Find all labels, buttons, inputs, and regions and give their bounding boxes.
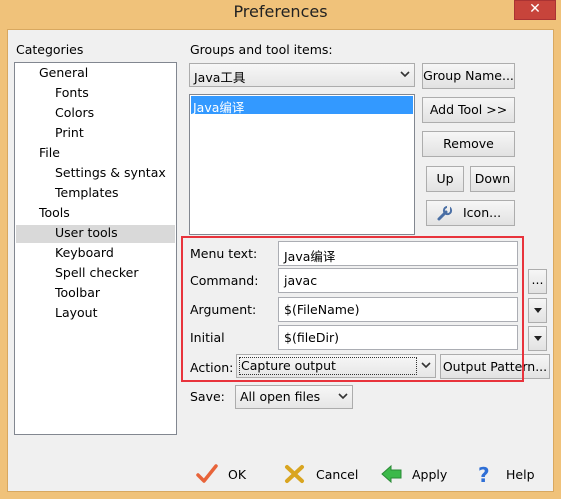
- output-pattern-button[interactable]: Output Pattern...: [440, 354, 550, 379]
- action-label: Action:: [190, 360, 234, 375]
- tree-item-keyboard[interactable]: Keyboard: [55, 245, 114, 260]
- dialog-body: Categories General Fonts Colors Print File Se…: [7, 29, 554, 492]
- preferences-window: Preferences ✕ Categories General Fonts Col…: [0, 0, 561, 499]
- icon-button[interactable]: Icon...: [426, 200, 515, 226]
- tree-item-fonts[interactable]: Fonts: [55, 85, 89, 100]
- argument-label: Argument:: [190, 302, 257, 317]
- apply-label: Apply: [412, 467, 448, 482]
- menu-text-label: Menu text:: [190, 246, 258, 261]
- wrench-icon: [437, 205, 453, 221]
- tree-item-toolbar[interactable]: Toolbar: [55, 285, 100, 300]
- initial-menu-button[interactable]: [528, 326, 547, 351]
- save-label: Save:: [190, 389, 225, 404]
- argument-menu-button[interactable]: [528, 298, 547, 323]
- tree-item-tools[interactable]: Tools: [39, 205, 70, 220]
- down-button[interactable]: Down: [470, 166, 515, 192]
- checkmark-icon: [196, 464, 218, 483]
- icon-button-label: Icon...: [463, 205, 502, 220]
- triangle-down-icon: [534, 336, 542, 341]
- argument-value: $(FileName): [284, 302, 360, 317]
- command-value: javac: [284, 273, 318, 288]
- close-icon: ✕: [529, 1, 541, 17]
- ok-button[interactable]: OK: [196, 462, 266, 490]
- save-select-value: All open files: [240, 389, 321, 404]
- menu-text-value: Java编译: [284, 249, 336, 264]
- apply-button[interactable]: Apply: [380, 462, 460, 490]
- tree-item-spell-checker[interactable]: Spell checker: [55, 265, 138, 280]
- list-item[interactable]: Java编译: [191, 96, 413, 115]
- action-select-value: Capture output: [241, 358, 336, 373]
- tree-item-layout[interactable]: Layout: [55, 305, 98, 320]
- tree-item-settings-syntax[interactable]: Settings & syntax: [55, 165, 166, 180]
- up-button[interactable]: Up: [426, 166, 464, 192]
- tree-item-user-tools[interactable]: User tools: [55, 225, 118, 240]
- initial-value: $(fileDir): [284, 330, 339, 345]
- cross-icon: [285, 465, 304, 483]
- action-select[interactable]: Capture output: [236, 354, 436, 378]
- group-name-button[interactable]: Group Name...: [422, 63, 515, 89]
- arrow-left-icon: [381, 464, 402, 484]
- window-title: Preferences: [233, 2, 328, 21]
- tree-item-file[interactable]: File: [39, 145, 60, 160]
- question-mark-icon: ?: [478, 464, 490, 486]
- initial-label: Initial: [190, 330, 225, 345]
- help-button[interactable]: ? Help: [474, 462, 544, 490]
- categories-tree[interactable]: General Fonts Colors Print File Settings & sy…: [14, 62, 177, 435]
- tree-item-print[interactable]: Print: [55, 125, 84, 140]
- tree-item-colors[interactable]: Colors: [55, 105, 94, 120]
- command-label: Command:: [190, 273, 259, 288]
- initial-field[interactable]: $(fileDir): [278, 325, 518, 350]
- cancel-label: Cancel: [316, 467, 359, 482]
- chevron-down-icon: [338, 393, 348, 400]
- menu-text-field[interactable]: Java编译: [278, 241, 518, 266]
- command-field[interactable]: javac: [278, 268, 518, 293]
- close-button[interactable]: ✕: [514, 0, 556, 20]
- help-label: Help: [506, 467, 535, 482]
- add-tool-button[interactable]: Add Tool >>: [422, 97, 515, 123]
- chevron-down-icon: [400, 71, 410, 78]
- tool-items-list[interactable]: Java编译: [189, 94, 415, 235]
- chevron-down-icon: [421, 362, 431, 369]
- categories-label: Categories: [16, 42, 84, 57]
- ok-label: OK: [228, 467, 247, 482]
- group-select-value: Java工具: [194, 70, 246, 85]
- groups-label: Groups and tool items:: [190, 42, 333, 57]
- tree-item-general[interactable]: General: [39, 65, 88, 80]
- argument-field[interactable]: $(FileName): [278, 297, 518, 322]
- tree-item-templates[interactable]: Templates: [55, 185, 119, 200]
- browse-command-button[interactable]: ...: [528, 269, 547, 294]
- cancel-button[interactable]: Cancel: [284, 462, 374, 490]
- svg-text:?: ?: [478, 464, 490, 486]
- title-bar[interactable]: Preferences ✕: [0, 0, 561, 28]
- save-select[interactable]: All open files: [235, 385, 353, 409]
- group-select[interactable]: Java工具: [189, 63, 415, 87]
- triangle-down-icon: [534, 308, 542, 313]
- remove-button[interactable]: Remove: [422, 131, 515, 157]
- list-item-label: Java编译: [193, 100, 245, 115]
